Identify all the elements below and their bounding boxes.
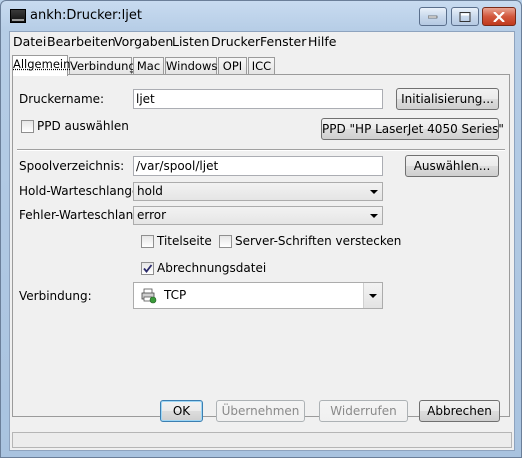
tab-windows[interactable]: Windows: [165, 57, 217, 75]
menu-fenster[interactable]: Fenster: [260, 34, 306, 49]
titelseite-checkbox[interactable]: [141, 235, 154, 248]
abrechnung-label: Abrechnungsdatei: [157, 261, 267, 275]
maximize-icon: [459, 11, 471, 22]
cancel-button[interactable]: Abbrechen: [419, 400, 500, 422]
hold-select[interactable]: hold: [133, 182, 383, 201]
main-window: ankh:Drucker:ljet Datei Bearbeiten Vorga…: [0, 0, 522, 458]
tab-label: OPI: [222, 59, 243, 73]
minimize-button[interactable]: [419, 7, 447, 26]
druckername-label: Druckername:: [19, 92, 105, 106]
title-bar[interactable]: ankh:Drucker:ljet: [1, 1, 521, 31]
tab-icc[interactable]: ICC: [248, 57, 275, 75]
menu-bar: Datei Bearbeiten Vorgaben Listen Drucker…: [10, 32, 514, 51]
verbindung-label: Verbindung:: [19, 289, 92, 303]
apply-button[interactable]: Übernehmen: [216, 400, 305, 422]
tab-label: Mac: [136, 59, 161, 73]
tab-panel-allgemein: Druckername: ljet Initialisierung... PPD…: [12, 74, 510, 417]
druckername-input[interactable]: ljet: [133, 89, 383, 109]
tab-verbindung[interactable]: Verbindung: [69, 57, 136, 75]
titelseite-label: Titelseite: [157, 234, 212, 248]
printer-network-icon: [141, 288, 157, 304]
spool-auswaehlen-button[interactable]: Auswählen...: [405, 155, 499, 177]
verbindung-dropdown-button[interactable]: [363, 283, 382, 308]
initialisierung-button[interactable]: Initialisierung...: [396, 88, 499, 110]
error-select[interactable]: error: [133, 206, 383, 225]
tab-label: ICC: [251, 59, 272, 73]
chevron-down-icon: [370, 214, 378, 218]
ppd-checkbox[interactable]: [21, 120, 34, 133]
revert-button[interactable]: Widerrufen: [319, 400, 408, 422]
chevron-down-icon: [369, 294, 377, 298]
server-fonts-checkbox[interactable]: [219, 235, 232, 248]
client-area: Datei Bearbeiten Vorgaben Listen Drucker…: [9, 31, 515, 451]
server-fonts-label: Server-Schriften verstecken: [235, 234, 402, 248]
close-icon: [493, 11, 505, 22]
hold-label: Hold-Warteschlange:: [19, 184, 144, 198]
ppd-select-button[interactable]: PPD "HP LaserJet 4050 Series": [321, 118, 504, 140]
menu-drucker[interactable]: Drucker: [211, 34, 260, 49]
menu-vorgaben[interactable]: Vorgaben: [114, 34, 173, 49]
menu-datei[interactable]: Datei: [13, 34, 46, 49]
spool-label: Spoolverzeichnis:: [19, 159, 125, 173]
chevron-down-icon: [370, 190, 378, 194]
hold-value: hold: [137, 184, 163, 198]
spool-input[interactable]: /var/spool/ljet: [133, 156, 383, 176]
verbindung-select[interactable]: TCP: [133, 282, 383, 309]
separator: [17, 149, 505, 151]
tab-mac[interactable]: Mac: [133, 57, 164, 75]
tab-allgemein[interactable]: Allgemein: [12, 55, 71, 76]
ok-button[interactable]: OK: [160, 400, 203, 422]
minimize-icon: [428, 15, 438, 18]
close-button[interactable]: [482, 7, 516, 26]
menu-bearbeiten[interactable]: Bearbeiten: [47, 34, 116, 49]
app-icon: [10, 9, 26, 23]
menu-listen[interactable]: Listen: [172, 34, 209, 49]
error-value: error: [137, 208, 167, 222]
verbindung-value: TCP: [164, 288, 187, 302]
menu-hilfe[interactable]: Hilfe: [308, 34, 336, 49]
ppd-checkbox-label: PPD auswählen: [37, 119, 129, 133]
tab-label: Allgemein: [13, 57, 71, 71]
abrechnung-checkbox[interactable]: [141, 262, 154, 275]
tab-label: Verbindung: [70, 59, 136, 73]
status-bar: [12, 432, 512, 448]
maximize-button[interactable]: [451, 7, 479, 26]
tab-label: Windows: [166, 59, 218, 73]
checkmark-icon: [143, 264, 153, 273]
window-title: ankh:Drucker:ljet: [30, 8, 142, 23]
tab-opi[interactable]: OPI: [218, 57, 247, 75]
